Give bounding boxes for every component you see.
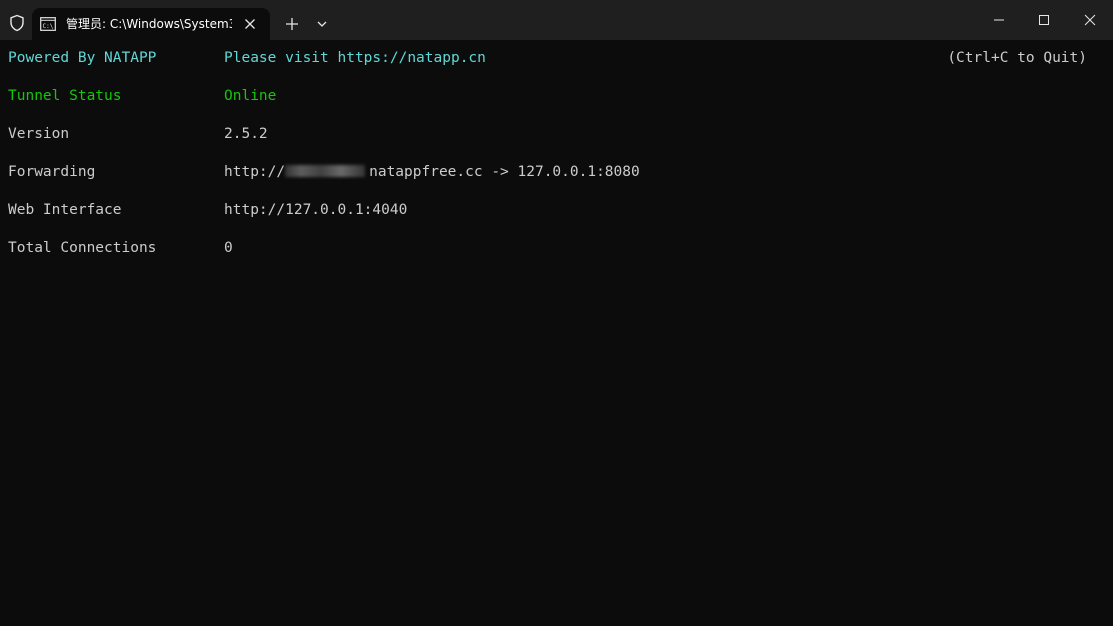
close-button[interactable] [1067, 0, 1113, 40]
title-bar[interactable]: C:\ 管理员: C:\Windows\System32\cmd.exe [0, 0, 1113, 40]
connections-label: Total Connections [8, 240, 157, 256]
shield-icon [8, 14, 26, 32]
version-label: Version [8, 126, 70, 142]
close-icon[interactable] [240, 14, 260, 34]
web-interface-value: http://127.0.0.1:4040 [224, 202, 408, 218]
web-interface-row: Web Interface http://127.0.0.1:4040 [8, 200, 1108, 220]
plus-icon[interactable] [280, 12, 304, 36]
web-interface-label: Web Interface [8, 202, 122, 218]
forwarding-value: http:// natappfree.cc -> 127.0.0.1:8080 [224, 162, 640, 182]
minimize-button[interactable] [976, 0, 1022, 40]
powered-value: Please visit https://natapp.cn [224, 50, 486, 66]
status-label: Tunnel Status [8, 88, 122, 104]
tab-cmd[interactable]: C:\ 管理员: C:\Windows\System32\cmd.exe [32, 8, 270, 40]
powered-label: Powered By NATAPP [8, 50, 157, 66]
maximize-icon [1039, 15, 1049, 25]
terminal-output[interactable]: Powered By NATAPP Please visit https://n… [0, 40, 1113, 626]
connections-value: 0 [224, 240, 233, 256]
terminal-window: C:\ 管理员: C:\Windows\System32\cmd.exe [0, 0, 1113, 626]
quit-hint: (Ctrl+C to Quit) [947, 50, 1087, 66]
connections-row: Total Connections 0 [8, 238, 1108, 258]
version-row: Version 2.5.2 [8, 124, 1108, 144]
forwarding-row: Forwarding http:// natappfree.cc -> 127.0… [8, 162, 1108, 182]
powered-row: Powered By NATAPP Please visit https://n… [8, 48, 1108, 68]
tab-title: 管理员: C:\Windows\System32\cmd.exe [66, 17, 232, 31]
redacted-subdomain [285, 165, 366, 177]
forwarding-prefix: http:// [224, 164, 286, 180]
status-row: Tunnel Status Online [8, 86, 1108, 106]
close-icon [1084, 14, 1096, 26]
version-value: 2.5.2 [224, 126, 268, 142]
forwarding-suffix: natappfree.cc -> 127.0.0.1:8080 [369, 164, 640, 180]
maximize-button[interactable] [1021, 0, 1067, 40]
forwarding-label: Forwarding [8, 164, 96, 180]
minimize-icon [994, 19, 1004, 21]
status-value: Online [224, 88, 277, 104]
console-icon: C:\ [40, 17, 56, 31]
svg-text:C:\: C:\ [43, 23, 54, 30]
chevron-down-icon[interactable] [310, 12, 334, 36]
